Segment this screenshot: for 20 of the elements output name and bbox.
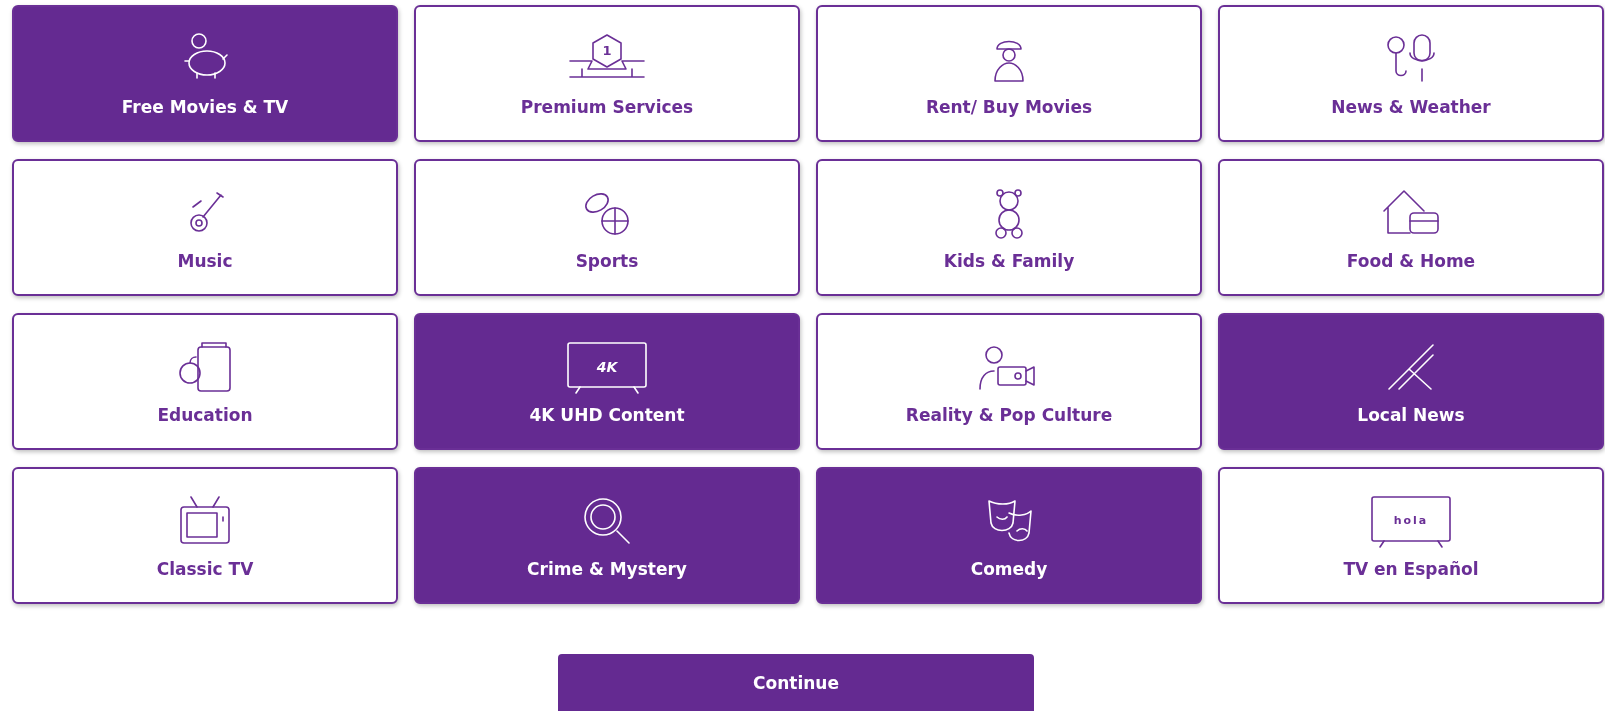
icon-label: 4K <box>596 358 618 375</box>
category-tile[interactable]: Sports <box>414 159 800 296</box>
category-tile[interactable]: News & Weather <box>1218 5 1604 142</box>
category-tile[interactable]: Local News <box>1218 313 1604 450</box>
category-tile[interactable]: Education <box>12 313 398 450</box>
category-tile[interactable]: Crime & Mystery <box>414 467 800 604</box>
continue-button[interactable]: Continue <box>558 654 1034 711</box>
category-tile[interactable]: Rent/ Buy Movies <box>816 5 1202 142</box>
category-tile[interactable]: Music <box>12 159 398 296</box>
category-tile[interactable]: 1 Premium Services <box>414 5 800 142</box>
category-tile[interactable]: hola TV en Español <box>1218 467 1604 604</box>
category-tile[interactable]: Reality & Pop Culture <box>816 313 1202 450</box>
category-tile[interactable]: Comedy <box>816 467 1202 604</box>
category-tile[interactable]: Kids & Family <box>816 159 1202 296</box>
category-tile[interactable]: Free Movies & TV <box>12 5 398 142</box>
icon-label: 1 <box>602 42 612 58</box>
icon-label: hola <box>1393 513 1429 527</box>
category-tile[interactable]: 4K 4K UHD Content <box>414 313 800 450</box>
category-tile[interactable]: Classic TV <box>12 467 398 604</box>
category-tile[interactable]: Food & Home <box>1218 159 1604 296</box>
